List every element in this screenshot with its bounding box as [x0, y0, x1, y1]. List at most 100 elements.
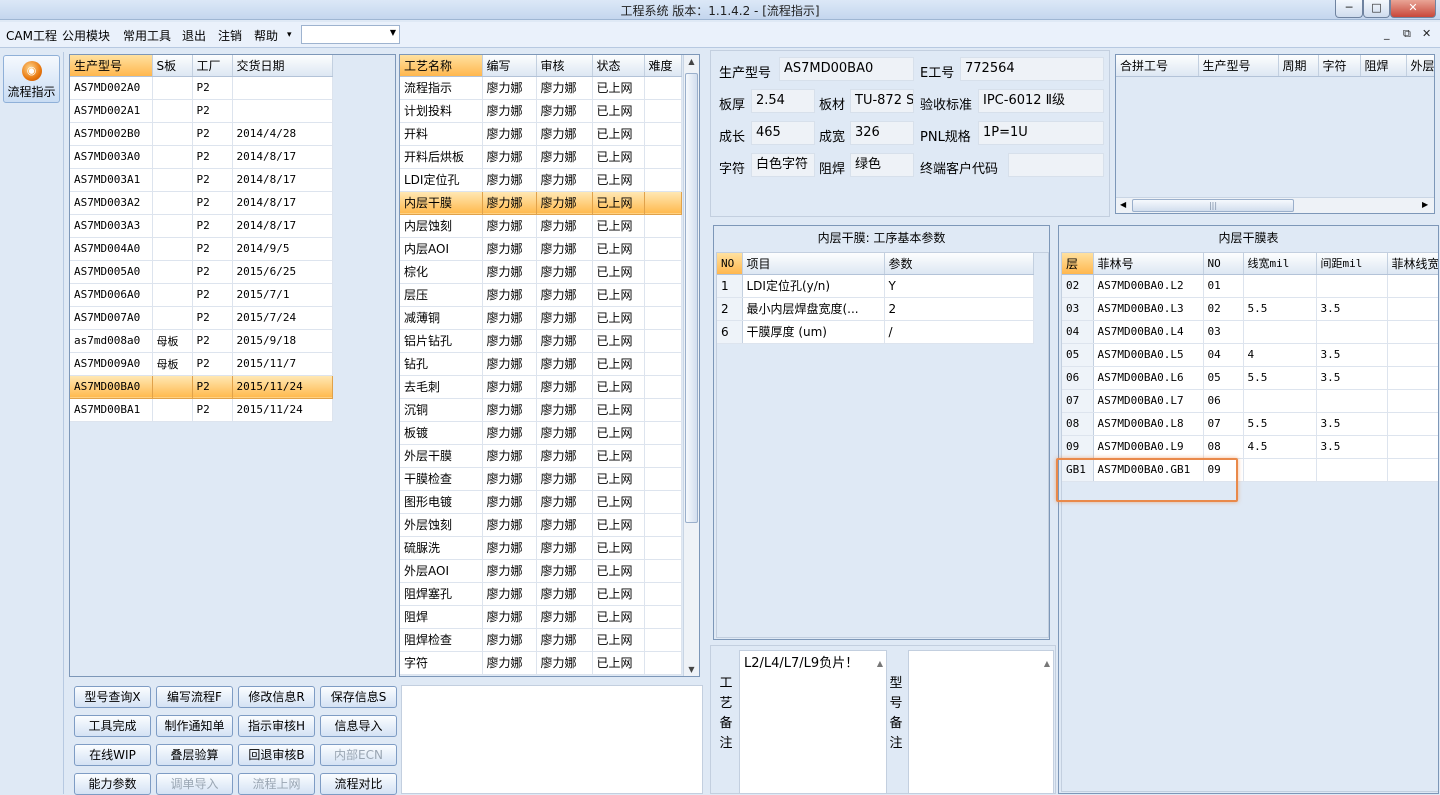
pnl-field[interactable]: 1P=1U [978, 121, 1104, 145]
col-header-line-width[interactable]: 线宽mil [1243, 253, 1317, 275]
table-row[interactable]: 去毛刺 廖力娜 廖力娜 已上网 [400, 375, 682, 399]
table-row[interactable]: 阻焊塞孔 廖力娜 廖力娜 已上网 [400, 582, 682, 606]
menu-tools[interactable]: 常用工具 [123, 27, 171, 44]
table-row[interactable]: AS7MD003A2 P2 2014/8/17 [70, 191, 333, 215]
char-field[interactable]: 白色字符 [751, 153, 815, 177]
table-row[interactable]: AS7MD006A0 P2 2015/7/1 [70, 283, 333, 307]
table-row[interactable]: 棕化 廖力娜 廖力娜 已上网 [400, 260, 682, 284]
table-row[interactable]: AS7MD007A0 P2 2015/7/24 [70, 306, 333, 330]
action-button[interactable]: 修改信息R [238, 686, 315, 708]
length-field[interactable]: 465 [751, 121, 815, 145]
minimize-button[interactable]: ─ [1335, 0, 1363, 18]
scroll-left-icon[interactable]: ◀ [1120, 200, 1126, 209]
col-header-spacing[interactable]: 间距mil [1316, 253, 1388, 275]
model-note-field[interactable]: ▲ [908, 650, 1054, 794]
table-row[interactable]: 06 AS7MD00BA0.L6 05 5.5 3.5 [1062, 366, 1438, 390]
menu-logout[interactable]: 注销 [218, 27, 242, 44]
table-row[interactable]: 内层AOI 廖力娜 廖力娜 已上网 [400, 237, 682, 261]
col-header-merge-model[interactable]: 生产型号 [1198, 55, 1279, 77]
table-row[interactable]: AS7MD00BA1 P2 2015/11/24 [70, 398, 333, 422]
table-row[interactable]: 03 AS7MD00BA0.L3 02 5.5 3.5 [1062, 297, 1438, 321]
table-row[interactable]: 09 AS7MD00BA0.L9 08 4.5 3.5 [1062, 435, 1438, 459]
col-header-layer[interactable]: 层 [1062, 253, 1094, 275]
maximize-button[interactable]: □ [1363, 0, 1390, 18]
thickness-field[interactable]: 2.54 [751, 89, 815, 113]
standard-field[interactable]: IPC-6012 Ⅱ级 [978, 89, 1104, 113]
note-scroll-up-icon[interactable]: ▲ [1044, 655, 1050, 673]
table-row[interactable]: 图形电镀 廖力娜 廖力娜 已上网 [400, 490, 682, 514]
col-header-merge-no[interactable]: 合拼工号 [1116, 55, 1199, 77]
table-row[interactable]: 流程指示 廖力娜 廖力娜 已上网 [400, 76, 682, 100]
close-button[interactable]: ✕ [1390, 0, 1436, 18]
mdi-minimize-icon[interactable]: _ [1384, 27, 1390, 40]
table-row[interactable]: 内层干膜 廖力娜 廖力娜 已上网 [400, 191, 682, 215]
eno-field[interactable]: 772564 [960, 57, 1104, 81]
table-row[interactable]: 阻焊检查 廖力娜 廖力娜 已上网 [400, 628, 682, 652]
table-row[interactable]: 04 AS7MD00BA0.L4 03 [1062, 320, 1438, 344]
col-header-param-item[interactable]: 项目 [742, 253, 885, 275]
action-button[interactable]: 流程对比 [320, 773, 397, 795]
col-header-difficulty[interactable]: 难度 [644, 55, 682, 77]
scroll-right-icon[interactable]: ▶ [1422, 200, 1428, 209]
table-row[interactable]: 02 AS7MD00BA0.L2 01 [1062, 274, 1438, 298]
action-button[interactable]: 回退审核B [238, 744, 315, 766]
table-row[interactable]: AS7MD009A0 母板 P2 2015/11/7 [70, 352, 333, 376]
col-header-film-no[interactable]: 菲林号 [1093, 253, 1204, 275]
table-row[interactable]: AS7MD002A0 P2 [70, 76, 333, 100]
col-header-delivery-date[interactable]: 交货日期 [232, 55, 333, 77]
col-header-writer[interactable]: 编写 [482, 55, 537, 77]
action-button[interactable]: 在线WIP [74, 744, 151, 766]
table-row[interactable]: 08 AS7MD00BA0.L8 07 5.5 3.5 [1062, 412, 1438, 436]
table-row[interactable]: AS7MD005A0 P2 2015/6/25 [70, 260, 333, 284]
table-row[interactable]: 1 LDI定位孔(y/n) Y [717, 274, 1034, 298]
mask-field[interactable]: 绿色 [850, 153, 914, 177]
scroll-thumb[interactable] [685, 73, 698, 523]
model-field[interactable]: AS7MD00BA0 [779, 57, 914, 81]
scroll-down-icon[interactable]: ▼ [684, 665, 699, 674]
menu-cam[interactable]: CAM工程 [6, 27, 57, 44]
table-row[interactable]: 字符 廖力娜 廖力娜 已上网 [400, 651, 682, 675]
col-header-model[interactable]: 生产型号 [70, 55, 153, 77]
width-field[interactable]: 326 [850, 121, 914, 145]
mdi-close-icon[interactable]: ✕ [1422, 27, 1431, 40]
nav-flow-button[interactable]: ◉ 流程指示 [3, 55, 60, 103]
table-row[interactable]: 钻孔 廖力娜 廖力娜 已上网 [400, 352, 682, 376]
col-header-param-value[interactable]: 参数 [884, 253, 1034, 275]
table-row[interactable]: 开料后烘板 廖力娜 廖力娜 已上网 [400, 145, 682, 169]
menu-public-modules[interactable]: 公用模块 [62, 27, 110, 44]
action-button[interactable]: 编写流程F [156, 686, 233, 708]
mdi-restore-icon[interactable]: ⧉ [1403, 27, 1411, 41]
table-row[interactable]: 开料 廖力娜 廖力娜 已上网 [400, 122, 682, 146]
scroll-up-icon[interactable]: ▲ [684, 57, 699, 66]
col-header-film-line-width[interactable]: 菲林线宽 [1387, 253, 1438, 275]
table-row[interactable]: as7md008a0 母板 P2 2015/9/18 [70, 329, 333, 353]
action-button[interactable]: 制作通知单 [156, 715, 233, 737]
action-button[interactable]: 型号查询X [74, 686, 151, 708]
table-row[interactable]: 干膜检查 廖力娜 廖力娜 已上网 [400, 467, 682, 491]
col-header-film-seq[interactable]: NO [1203, 253, 1244, 275]
menu-combo[interactable]: ▼ [301, 25, 400, 44]
table-row[interactable]: 板镀 廖力娜 廖力娜 已上网 [400, 421, 682, 445]
table-row[interactable]: 铝片钻孔 廖力娜 廖力娜 已上网 [400, 329, 682, 353]
merge-scroll-thumb[interactable]: ||| [1132, 199, 1294, 212]
table-row[interactable]: 沉铜 廖力娜 廖力娜 已上网 [400, 398, 682, 422]
table-row[interactable]: 07 AS7MD00BA0.L7 06 [1062, 389, 1438, 413]
table-row[interactable]: 减薄铜 廖力娜 廖力娜 已上网 [400, 306, 682, 330]
table-row[interactable]: LDI定位孔 廖力娜 廖力娜 已上网 [400, 168, 682, 192]
table-row[interactable]: AS7MD002B0 P2 2014/4/28 [70, 122, 333, 146]
table-row[interactable]: AS7MD002A1 P2 [70, 99, 333, 123]
table-row[interactable]: 层压 廖力娜 廖力娜 已上网 [400, 283, 682, 307]
action-button[interactable]: 内部ECN [320, 744, 397, 766]
table-row[interactable]: 外层蚀刻 廖力娜 廖力娜 已上网 [400, 513, 682, 537]
menu-exit[interactable]: 退出 [182, 27, 206, 44]
table-row[interactable]: AS7MD004A0 P2 2014/9/5 [70, 237, 333, 261]
help-dropdown-icon[interactable]: ▾ [287, 30, 292, 40]
col-header-char[interactable]: 字符 [1318, 55, 1361, 77]
material-field[interactable]: TU-872 S [850, 89, 914, 113]
table-row[interactable]: 硫脲洗 廖力娜 廖力娜 已上网 [400, 536, 682, 560]
table-row[interactable]: AS7MD003A1 P2 2014/8/17 [70, 168, 333, 192]
col-header-s-board[interactable]: S板 [152, 55, 193, 77]
action-button[interactable]: 保存信息S [320, 686, 397, 708]
table-row[interactable]: 外层干膜 廖力娜 廖力娜 已上网 [400, 444, 682, 468]
table-row[interactable]: AS7MD003A3 P2 2014/8/17 [70, 214, 333, 238]
